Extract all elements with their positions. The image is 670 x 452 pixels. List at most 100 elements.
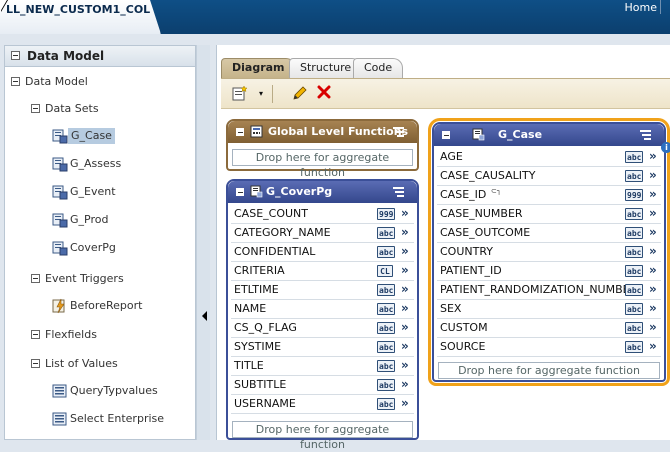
expand-chevron-icon[interactable]: » [649,282,657,296]
box-menu-icon[interactable] [393,125,407,137]
g-coverpg-header[interactable]: G_CoverPg [228,181,417,203]
expand-chevron-icon[interactable]: » [649,225,657,239]
expand-chevron-icon[interactable]: » [649,320,657,334]
field-row[interactable]: CASE_NUMBER abc » [437,205,661,224]
panel-splitter[interactable] [196,45,210,440]
collapse-toggle-icon[interactable] [236,128,244,136]
collapse-toggle-icon[interactable] [236,188,244,196]
global-functions-box[interactable]: Global Level Functions Drop here for agg… [226,119,419,179]
header-separator [660,0,666,14]
field-row[interactable]: SYSTIME abc » [231,338,414,357]
expand-chevron-icon[interactable]: » [401,206,409,220]
dataset-label: CoverPg [70,241,116,254]
data-type-badge: abc [377,303,396,315]
event-trigger-icon [52,298,65,314]
dataset-icon [472,128,485,141]
field-row[interactable]: AGE abc » [437,148,661,167]
expand-chevron-icon[interactable]: » [401,225,409,239]
pencil-icon[interactable] [291,85,309,103]
lov-item-select-enterprise[interactable]: Select Enterprise [52,411,192,427]
field-row[interactable]: SEX abc » [437,300,661,319]
global-functions-header[interactable]: Global Level Functions [228,121,417,143]
expand-chevron-icon[interactable]: » [649,187,657,201]
dataset-item-g-prod[interactable]: G_Prod [52,212,192,228]
expand-chevron-icon[interactable]: » [401,377,409,391]
field-row[interactable]: CASE_ID ⊂┐ 999 » [437,186,661,205]
field-row[interactable]: SOURCE abc » [437,338,661,357]
collapse-toggle-icon[interactable] [11,77,20,86]
expand-chevron-icon[interactable]: » [649,244,657,258]
data-type-badge: abc [625,170,644,182]
field-row[interactable]: CASE_COUNT 999 » [231,205,414,224]
field-row[interactable]: TITLE abc » [231,357,414,376]
tab-diagram[interactable]: Diagram [221,58,296,78]
expand-chevron-icon[interactable]: » [401,244,409,258]
field-row[interactable]: CONFIDENTIAL abc » [231,243,414,262]
tab-structure[interactable]: Structure [289,58,363,78]
collapse-panel-icon[interactable] [11,51,20,60]
info-icon[interactable]: i [661,142,670,153]
new-dataset-icon[interactable] [231,85,249,103]
data-type-badge: abc [377,398,396,410]
dataset-item-coverpg[interactable]: CoverPg [52,240,192,256]
field-row[interactable]: ETLTIME abc » [231,281,414,300]
home-link[interactable]: Home [625,1,657,14]
field-row[interactable]: CASE_OUTCOME abc » [437,224,661,243]
expand-chevron-icon[interactable]: » [401,282,409,296]
diagram-canvas[interactable]: Global Level Functions Drop here for agg… [221,110,670,451]
expand-chevron-icon[interactable]: » [401,320,409,334]
collapse-toggle-icon[interactable] [31,104,40,113]
field-row[interactable]: PATIENT_ID abc » [437,262,661,281]
field-row[interactable]: CUSTOM abc » [437,319,661,338]
field-row[interactable]: SUBTITLE abc » [231,376,414,395]
data-type-badge: abc [625,265,644,277]
expand-chevron-icon[interactable]: » [649,206,657,220]
chevron-down-icon[interactable]: ▾ [252,85,270,103]
expand-chevron-icon[interactable]: » [649,149,657,163]
collapse-toggle-icon[interactable] [442,131,450,139]
list-icon [52,384,67,398]
field-row[interactable]: NAME abc » [231,300,414,319]
field-row[interactable]: CRITERIA CL » [231,262,414,281]
field-name: CRITERIA [234,264,285,277]
expand-chevron-icon[interactable]: » [401,396,409,410]
dataset-item-g-assess[interactable]: G_Assess [52,156,192,172]
aggregate-drop-zone[interactable]: Drop here for aggregate function [232,149,413,179]
collapse-left-arrow-icon[interactable] [202,311,207,321]
field-row[interactable]: COUNTRY abc » [437,243,661,262]
dataset-item-g-case[interactable]: G_Case [52,128,192,144]
field-row[interactable]: USERNAME abc » [231,395,414,414]
collapse-toggle-icon[interactable] [31,274,40,283]
expand-chevron-icon[interactable]: » [649,339,657,353]
g-case-header[interactable]: G_Case [434,124,664,146]
field-row[interactable]: CATEGORY_NAME abc » [231,224,414,243]
panel-title: Data Model [27,49,105,63]
aggregate-drop-zone[interactable]: Drop here for aggregate function [232,421,413,451]
tab-code[interactable]: Code [353,58,404,78]
expand-chevron-icon[interactable]: » [649,263,657,277]
expand-chevron-icon[interactable]: » [401,263,409,277]
box-menu-icon[interactable] [640,128,654,140]
delete-x-icon[interactable] [315,85,333,103]
expand-chevron-icon[interactable]: » [649,168,657,182]
dataset-item-g-event[interactable]: G_Event [52,184,192,200]
g-case-box[interactable]: G_Case AGE abc» CASE_CAUSALITY abc» CASE_ID ⊂… [428,118,670,386]
lov-item-querytypvalues[interactable]: QueryTypvalues [52,383,192,399]
g-coverpg-box[interactable]: G_CoverPg CASE_COUNT 999» CATEGORY_NAME abc… [226,179,419,451]
trigger-item-beforereport[interactable]: BeforeReport [52,298,192,314]
dataset-icon [250,185,263,198]
expand-chevron-icon[interactable]: » [401,339,409,353]
collapse-toggle-icon[interactable] [31,330,40,339]
expand-chevron-icon[interactable]: » [649,301,657,315]
expand-chevron-icon[interactable]: » [401,358,409,372]
field-name: NAME [234,302,267,315]
expand-chevron-icon[interactable]: » [401,301,409,315]
collapse-toggle-icon[interactable] [31,359,40,368]
box-menu-icon[interactable] [393,185,407,197]
field-name: USERNAME [234,397,296,410]
field-row[interactable]: CASE_CAUSALITY abc » [437,167,661,186]
aggregate-drop-zone[interactable]: Drop here for aggregate function [438,362,660,379]
field-row[interactable]: PATIENT_RANDOMIZATION_NUMBER abc » [437,281,661,300]
field-name: AGE [440,150,463,163]
field-row[interactable]: CS_Q_FLAG abc » [231,319,414,338]
